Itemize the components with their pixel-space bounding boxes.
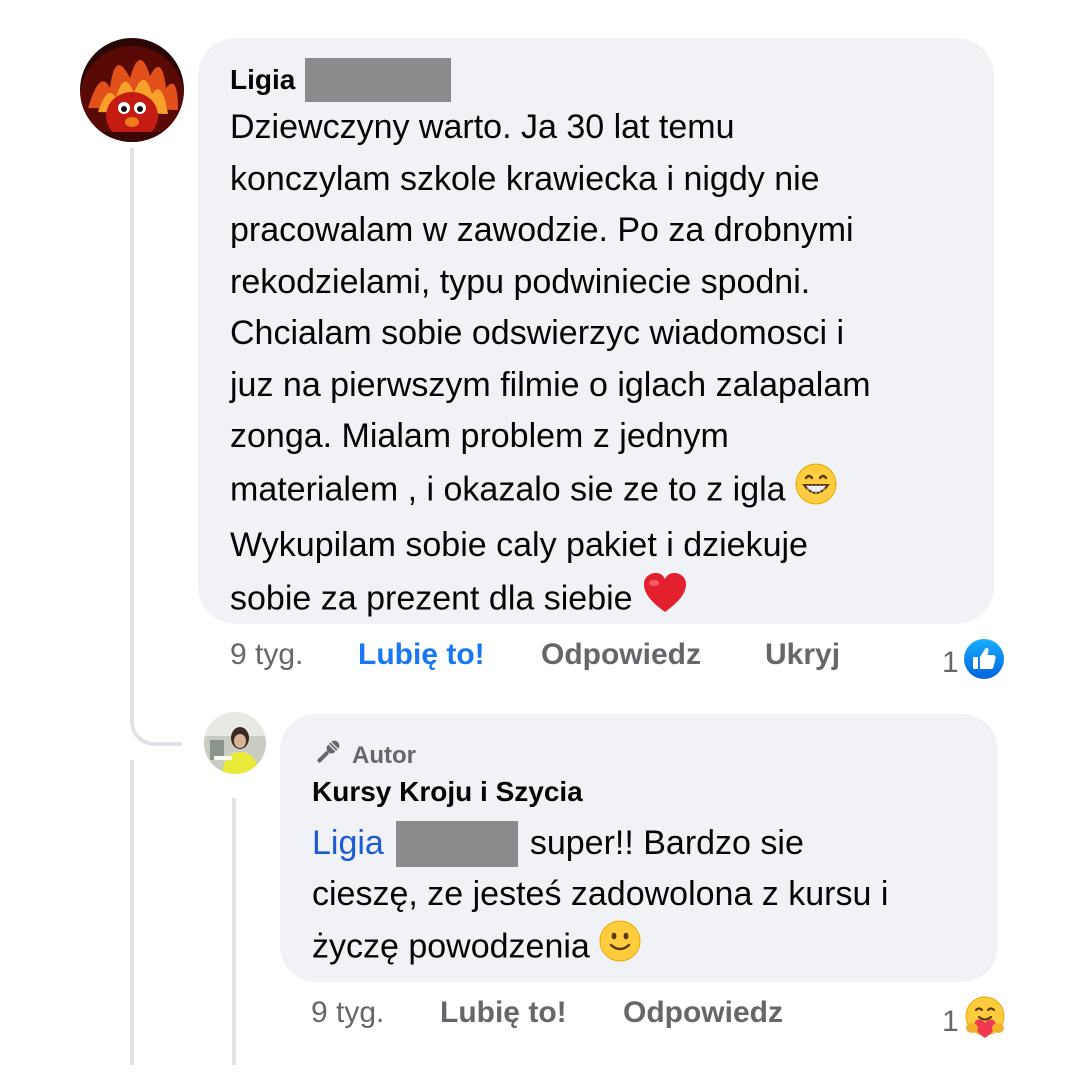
comment-line: pracowalam w zawodzie. Po za drobnymi <box>230 211 854 249</box>
reply-reply-button[interactable]: Odpowiedz <box>623 996 783 1030</box>
comment-line: Dziewczyny warto. Ja 30 lat temu <box>230 108 735 146</box>
slightly-smiling-face-emoji <box>599 920 641 977</box>
thread-line-main <box>130 148 134 708</box>
comment-line-text: materialem , i okazalo sie ze to z igla <box>230 470 786 509</box>
like-icon <box>963 638 1005 688</box>
comment-actions: 9 tyg. Lubię to! Odpowiedz Ukryj 1 <box>230 638 1020 679</box>
microphone-icon <box>312 736 344 775</box>
reply-actions: 9 tyg. Lubię to! Odpowiedz 1 <box>311 996 1031 1038</box>
author-badge: Autor <box>312 736 416 775</box>
commenter-avatar[interactable] <box>80 38 184 142</box>
reply-body: Ligia super!! Bardzo sie cieszę, ze jest… <box>312 818 888 977</box>
comment-author[interactable]: Ligia <box>230 58 452 102</box>
mention-link[interactable]: Ligia <box>312 818 384 869</box>
comment-author-name[interactable]: Ligia <box>230 64 295 96</box>
care-hug-emoji <box>963 996 1007 1048</box>
redacted-mention-surname <box>395 820 518 867</box>
reply-bubble: Autor Kursy Kroju i Szycia Ligia super!!… <box>280 714 998 982</box>
reaction-count: 1 <box>942 646 959 679</box>
comment-line: zonga. Mialam problem z jednym <box>230 417 729 455</box>
comment-line-text: sobie za prezent dla siebie <box>230 579 633 618</box>
comment-hide-button[interactable]: Ukryj <box>765 638 840 672</box>
comment-line-with-emoji: sobie za prezent dla siebie <box>230 572 871 630</box>
comment-bubble: Ligia Dziewczyny warto. Ja 30 lat temu k… <box>198 38 994 624</box>
reply-timestamp[interactable]: 9 tyg. <box>311 996 384 1030</box>
reply-line: Ligia super!! Bardzo sie <box>312 818 888 869</box>
comment-line-with-emoji: materialem , i okazalo sie ze to z igla <box>230 463 871 521</box>
comment-line: Chcialam sobie odswierzyc wiadomosci i <box>230 314 845 352</box>
thread-line-main-lower <box>130 760 134 1065</box>
comment-line: Wykupilam sobie caly pakiet i dziekuje <box>230 526 808 564</box>
reply-author-name[interactable]: Kursy Kroju i Szycia <box>312 776 583 808</box>
reaction-count: 1 <box>942 1005 959 1038</box>
reply-like-button[interactable]: Lubię to! <box>440 996 567 1030</box>
reply-line-with-emoji: życzę powodzenia <box>312 920 888 977</box>
redacted-surname <box>305 58 452 102</box>
comment-reply-button[interactable]: Odpowiedz <box>541 638 701 672</box>
grinning-face-emoji <box>795 463 837 521</box>
comment-line: rekodzielami, typu podwiniecie spodni. <box>230 262 811 301</box>
reply-line-text: super!! Bardzo sie <box>529 824 804 862</box>
comment-line: konczylam szkole krawiecka i nigdy nie <box>230 159 820 198</box>
comment-like-button[interactable]: Lubię to! <box>358 638 485 672</box>
author-badge-label: Autor <box>352 741 416 769</box>
reply-line-text: życzę powodzenia <box>312 927 590 966</box>
comment-reaction-summary[interactable]: 1 <box>942 638 1005 688</box>
comment-body: Dziewczyny warto. Ja 30 lat temu konczyl… <box>230 102 871 629</box>
thread-connector-curve <box>130 700 182 746</box>
comment-line: juz na pierwszym filmie o iglach zalapal… <box>230 365 871 404</box>
page-avatar[interactable] <box>204 712 266 774</box>
reply-line: cieszę, ze jesteś zadowolona z kursu i <box>312 875 889 913</box>
red-heart-emoji <box>642 572 688 630</box>
thread-line-reply <box>232 798 236 1065</box>
comment-timestamp[interactable]: 9 tyg. <box>230 638 303 672</box>
reply-reaction-summary[interactable]: 1 <box>942 996 1007 1048</box>
